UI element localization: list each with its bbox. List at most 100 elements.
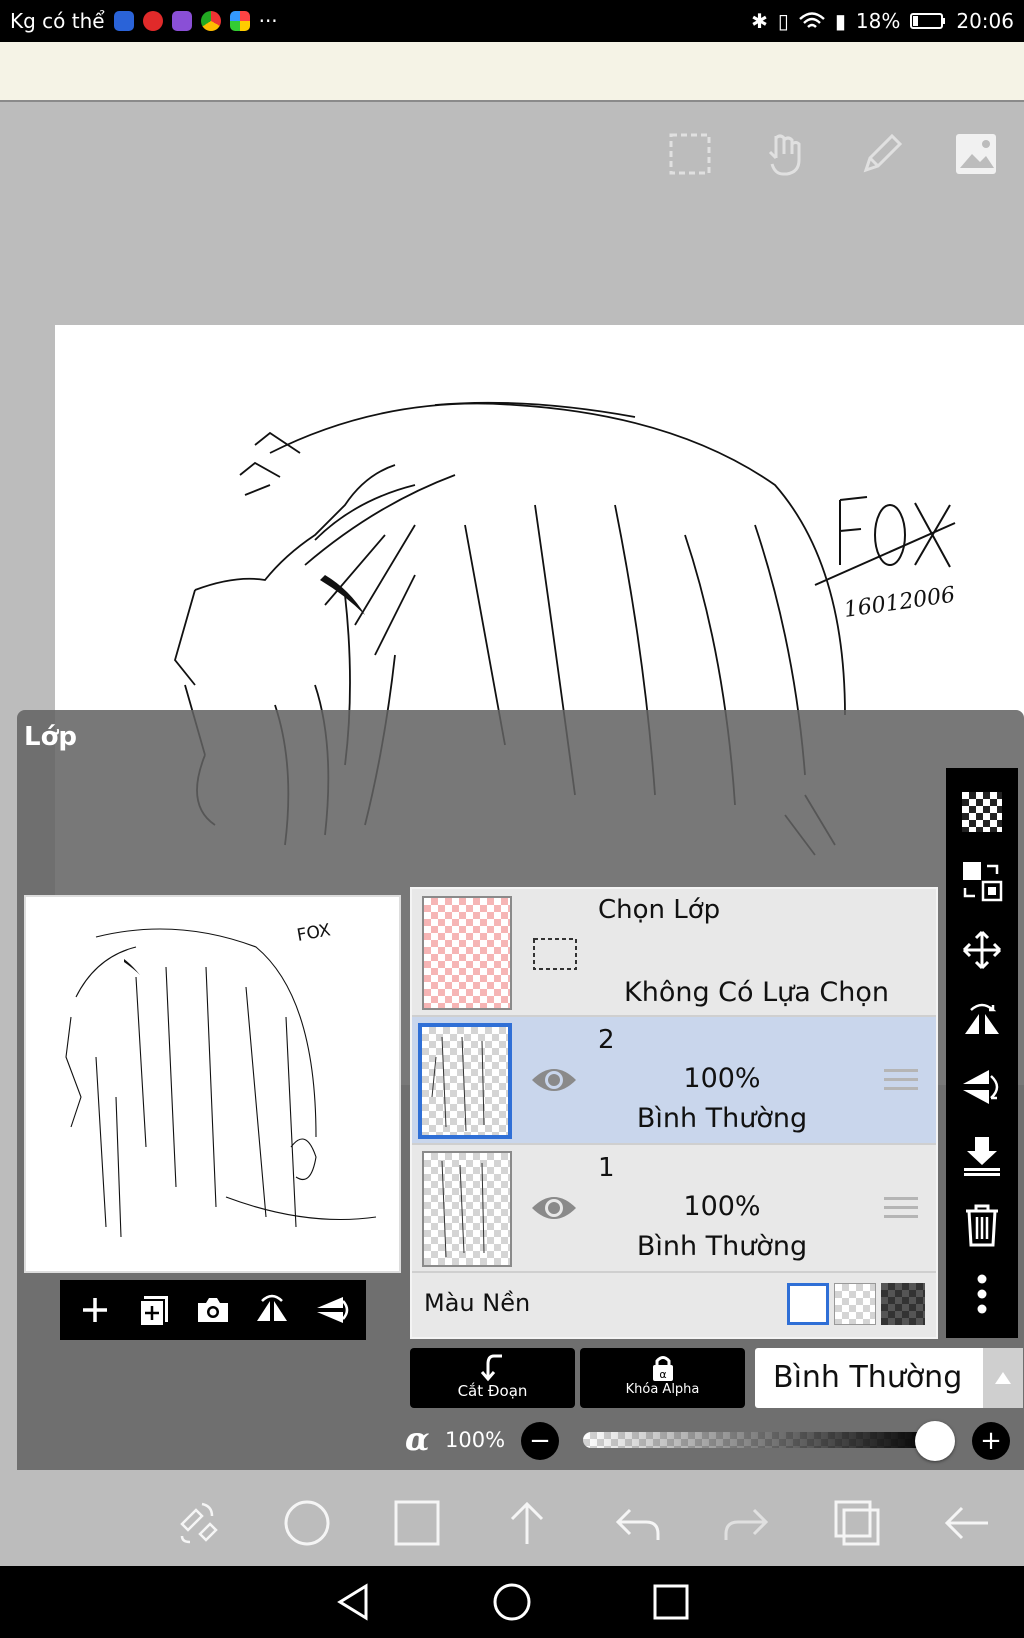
duplicate-layer-button[interactable] <box>134 1290 174 1330</box>
more-notifications-icon: ··· <box>258 9 278 33</box>
nav-recents-icon[interactable] <box>652 1583 690 1621</box>
blend-mode-value: Bình Thường <box>773 1360 963 1395</box>
redo-icon[interactable] <box>722 1498 772 1548</box>
layer-row[interactable]: 1 100% Bình Thường <box>412 1145 936 1273</box>
background-dark-swatch[interactable] <box>881 1283 925 1325</box>
photos-app-icon <box>229 11 250 31</box>
background-transparent-swatch[interactable] <box>834 1283 876 1325</box>
move-arrows-icon <box>962 930 1002 969</box>
bottom-toolbar <box>0 1480 1024 1566</box>
opacity-slider-thumb[interactable] <box>915 1421 955 1461</box>
gallery-app-icon <box>171 11 192 31</box>
dropdown-arrow-icon <box>983 1348 1023 1408</box>
pinterest-app-icon <box>142 11 163 31</box>
arrow-up-icon[interactable] <box>502 1498 552 1548</box>
clipping-button[interactable]: Cắt Đoạn <box>410 1348 575 1408</box>
opacity-decrease-button[interactable]: − <box>521 1422 559 1460</box>
flip-vertical-rotate-icon <box>963 1070 999 1105</box>
flip-horizontal-button[interactable] <box>252 1290 292 1330</box>
lock-icon: α <box>652 1356 673 1381</box>
alpha-value: 100% <box>445 1428 506 1452</box>
chrome-app-icon <box>200 11 221 31</box>
duplicate-icon <box>139 1296 169 1327</box>
nav-home-icon[interactable] <box>492 1582 532 1622</box>
color-circle-icon[interactable] <box>282 1498 332 1548</box>
trash-icon <box>966 1204 998 1247</box>
notification-text: Kg có thể <box>10 9 105 33</box>
transparent-fill-button[interactable] <box>960 790 1004 834</box>
selection-icon[interactable] <box>666 130 714 178</box>
clock: 20:06 <box>956 9 1014 33</box>
drag-handle-icon[interactable] <box>884 1197 918 1219</box>
layer-actions-toolbar <box>60 1280 366 1340</box>
transform-icon <box>963 862 1003 902</box>
more-options-button[interactable] <box>960 1272 1004 1316</box>
blend-mode-select[interactable]: Bình Thường <box>755 1348 1023 1408</box>
selection-layer-row[interactable]: Chọn Lớp Không Có Lựa Chọn <box>412 889 936 1017</box>
layer-opacity: 100% <box>683 1191 761 1222</box>
move-button[interactable] <box>960 928 1004 972</box>
signature-date: 16012006 <box>842 583 956 623</box>
layers-list: Chọn Lớp Không Có Lựa Chọn 2 100% Bình T… <box>410 887 938 1339</box>
flip-vertical-rotate-button[interactable] <box>960 1065 1004 1109</box>
selection-layer-label: Chọn Lớp <box>598 895 721 925</box>
layer-blend-mode: Bình Thường <box>636 1231 808 1262</box>
vibrate-icon: ▯ <box>777 9 789 33</box>
layer-name: 1 <box>598 1153 615 1183</box>
minus-icon: − <box>529 1426 551 1456</box>
add-layer-button[interactable] <box>75 1290 115 1330</box>
status-bar: Kg có thể ··· ✱ ▯ ▮ 18% 20:06 <box>0 0 1024 42</box>
image-icon[interactable] <box>952 130 1000 178</box>
selection-layer-thumbnail <box>422 896 512 1010</box>
plus-icon: + <box>980 1426 1002 1456</box>
preview-signature: FOX <box>295 920 332 946</box>
layers-icon[interactable] <box>832 1498 882 1548</box>
alpha-symbol: α <box>405 1420 430 1458</box>
plus-icon <box>83 1298 108 1322</box>
wifi-icon <box>799 12 825 28</box>
flip-vertical-icon <box>316 1297 348 1323</box>
checkerboard-icon <box>962 792 1002 833</box>
flip-rotate-button[interactable] <box>960 997 1004 1041</box>
opacity-row: α 100% − + <box>405 1416 1024 1466</box>
battery-text: 18% <box>855 9 901 33</box>
system-nav-bar <box>0 1566 1024 1638</box>
bluetooth-icon: ✱ <box>751 9 768 33</box>
opacity-slider[interactable] <box>583 1432 935 1448</box>
merge-down-button[interactable] <box>960 1134 1004 1178</box>
transform-layer-button[interactable] <box>960 859 1004 903</box>
drag-handle-icon[interactable] <box>884 1069 918 1091</box>
more-vertical-icon <box>977 1274 987 1314</box>
brush-eraser-swap-icon[interactable] <box>172 1498 222 1548</box>
canvas-preview[interactable]: FOX <box>24 895 401 1273</box>
square-tool-icon[interactable] <box>392 1498 442 1548</box>
layer-opacity: 100% <box>683 1063 761 1094</box>
back-arrow-icon[interactable] <box>942 1498 992 1548</box>
top-toolbar <box>0 118 1024 188</box>
background-color-row: Màu Nền <box>412 1273 936 1337</box>
nav-back-icon[interactable] <box>334 1582 372 1622</box>
background-white-swatch[interactable] <box>787 1283 829 1325</box>
layer-name: 2 <box>598 1025 615 1055</box>
hand-icon[interactable] <box>762 130 810 178</box>
ad-banner <box>0 42 1024 102</box>
alpha-lock-label: Khóa Alpha <box>625 1382 700 1397</box>
flip-horizontal-icon <box>256 1294 287 1321</box>
battery-icon <box>910 13 946 29</box>
pen-icon[interactable] <box>858 130 906 178</box>
sim-icon: ▮ <box>834 9 846 33</box>
clipping-label: Cắt Đoạn <box>457 1382 528 1400</box>
delete-layer-button[interactable] <box>960 1203 1004 1247</box>
clip-arrow-icon <box>480 1354 502 1382</box>
undo-icon[interactable] <box>612 1498 662 1548</box>
camera-layer-button[interactable] <box>193 1290 233 1330</box>
alpha-lock-button[interactable]: α Khóa Alpha <box>580 1348 745 1408</box>
flip-rotate-icon <box>965 1003 999 1034</box>
layer-row[interactable]: 2 100% Bình Thường <box>412 1017 936 1145</box>
layer-tools-sidebar <box>946 768 1018 1338</box>
opacity-increase-button[interactable]: + <box>972 1422 1010 1460</box>
camera-icon <box>197 1298 228 1322</box>
merge-down-icon <box>964 1137 1000 1177</box>
selection-dotted-icon <box>533 938 577 970</box>
flip-vertical-button[interactable] <box>311 1290 351 1330</box>
